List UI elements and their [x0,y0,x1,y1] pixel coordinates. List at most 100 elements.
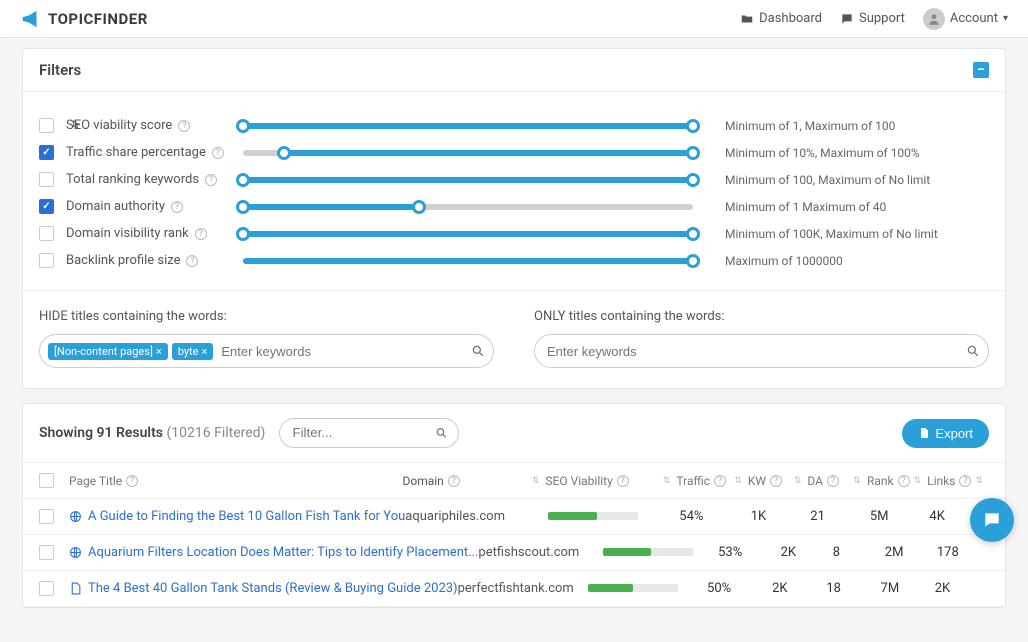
document-icon [69,582,82,595]
filter-label-text: Backlink profile size [66,253,180,268]
slider-handle-min[interactable] [236,227,250,241]
collapse-button[interactable]: − [973,62,989,78]
slider-handle-min[interactable] [236,173,250,187]
export-button[interactable]: Export [902,419,989,448]
nav-dashboard[interactable]: Dashboard [740,11,822,26]
sort-icon[interactable]: ⇅ [975,476,989,486]
cell-traffic: 50% [707,581,772,596]
search-icon [966,344,980,358]
col-traffic[interactable]: Traffic⇅ [676,474,747,488]
help-icon[interactable] [212,147,224,159]
help-icon[interactable] [186,255,198,267]
results-panel: Showing 91 Results (10216 Filtered) Expo… [22,403,1006,608]
help-icon[interactable] [205,174,217,186]
help-icon[interactable] [448,475,460,487]
range-slider[interactable] [243,231,693,237]
filter-checkbox[interactable] [39,199,54,214]
tag-remove-icon[interactable]: × [156,345,162,358]
slider-handle-max[interactable] [686,227,700,241]
hide-keywords-field[interactable] [217,340,467,363]
range-slider[interactable] [243,204,693,210]
range-slider[interactable] [243,258,693,264]
help-icon[interactable] [126,475,138,487]
slider-handle-min[interactable] [236,200,250,214]
sort-icon[interactable]: ⇅ [532,476,546,486]
cell-kw: 2K [772,581,826,596]
slider-handle-min[interactable] [236,119,250,133]
row-checkbox[interactable] [39,545,54,560]
cell-da: 18 [826,581,880,596]
filter-tag[interactable]: byte× [172,343,214,360]
help-icon[interactable] [171,201,183,213]
help-icon[interactable] [195,228,207,240]
results-filter-field[interactable] [292,425,428,440]
slider-handle-max[interactable] [686,146,700,160]
nav-support[interactable]: Support [840,11,905,26]
col-rank[interactable]: Rank⇅ [867,474,927,488]
filter-checkbox[interactable] [39,118,54,133]
only-label: ONLY titles containing the words: [534,309,989,324]
filter-checkbox[interactable] [39,145,54,160]
row-checkbox[interactable] [39,581,54,596]
range-slider[interactable] [243,177,693,183]
only-keywords-input[interactable] [534,334,989,368]
filter-summary: Maximum of 1000000 [725,254,989,268]
range-slider[interactable] [243,150,693,156]
col-da[interactable]: DA⇅ [807,474,867,488]
help-icon[interactable] [827,475,839,487]
only-keywords-field[interactable] [543,340,962,363]
table-row: The 4 Best 40 Gallon Tank Stands (Review… [23,571,1005,607]
nav-account[interactable]: Account ▾ [923,8,1008,30]
cell-rank: 2M [885,545,937,560]
cell-rank: 5M [870,509,930,524]
help-icon[interactable] [898,475,910,487]
col-page-title[interactable]: Page Title [69,474,402,488]
sort-icon[interactable]: ⇅ [914,476,928,486]
range-slider[interactable] [243,123,693,129]
results-table: Page Title Domain⇅ SEO Viability⇅ Traffi… [23,463,1005,607]
col-kw[interactable]: KW⇅ [748,474,808,488]
col-links[interactable]: Links⇅ [927,474,989,488]
help-icon[interactable] [714,475,726,487]
filter-summary: Minimum of 1, Maximum of 100 [725,119,989,133]
chat-fab[interactable] [970,498,1014,542]
help-icon[interactable] [959,475,971,487]
filter-checkbox[interactable] [39,172,54,187]
slider-handle-max[interactable] [686,119,700,133]
filter-checkbox[interactable] [39,226,54,241]
sort-icon[interactable]: ⇅ [734,476,748,486]
filter-label: Backlink profile size [66,253,231,268]
sort-icon[interactable]: ⇅ [794,476,808,486]
logo[interactable]: TOPICFINDER [20,8,148,30]
filter-summary: Minimum of 100K, Maximum of No limit [725,227,989,241]
select-all-checkbox[interactable] [39,473,54,488]
filter-row: Domain authority Minimum of 1 Maximum of… [39,193,989,220]
help-icon[interactable] [617,475,629,487]
filters-title: Filters [39,61,81,79]
page-title-link[interactable]: The 4 Best 40 Gallon Tank Stands (Review… [88,581,458,596]
hide-keywords-input[interactable]: [Non-content pages]×byte× [39,334,494,368]
slider-handle-min[interactable] [277,146,291,160]
page-title-link[interactable]: Aquarium Filters Location Does Matter: T… [88,545,478,560]
filter-row: Traffic share percentage Minimum of 10%,… [39,139,989,166]
nav-support-label: Support [859,11,905,26]
slider-handle-max[interactable] [686,173,700,187]
filter-label-text: Domain visibility rank [66,226,189,241]
sort-icon[interactable]: ⇅ [853,476,867,486]
filter-label: Domain visibility rank [66,226,231,241]
slider-handle-max[interactable] [686,254,700,268]
tag-remove-icon[interactable]: × [202,345,208,358]
filter-label-text: Domain authority [66,199,165,214]
row-checkbox[interactable] [39,509,54,524]
help-icon[interactable] [178,120,190,132]
sort-icon[interactable]: ⇅ [663,476,677,486]
help-icon[interactable] [770,475,782,487]
col-domain[interactable]: Domain⇅ [402,474,545,488]
filter-tag[interactable]: [Non-content pages]× [48,343,168,360]
results-filter-input[interactable] [279,418,459,448]
slider-handle-max[interactable] [412,200,426,214]
col-seo[interactable]: SEO Viability⇅ [545,474,676,488]
page-title-link[interactable]: A Guide to Finding the Best 10 Gallon Fi… [88,509,405,524]
filter-checkbox[interactable] [39,253,54,268]
brand-text: TOPICFINDER [48,10,148,28]
